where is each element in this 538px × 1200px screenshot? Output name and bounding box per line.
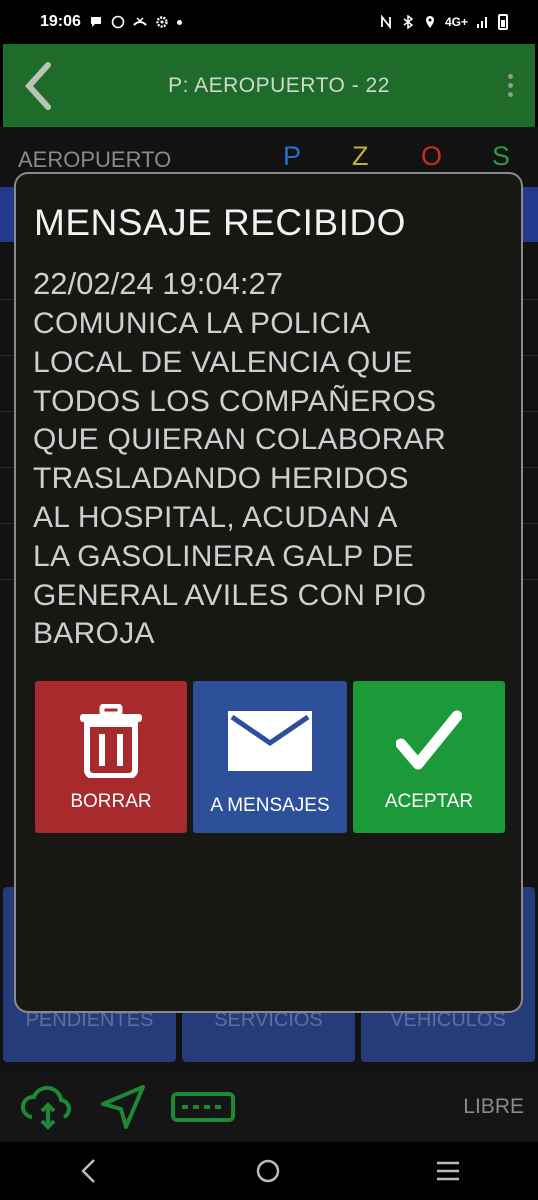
trash-icon: [80, 704, 142, 778]
battery-icon: [498, 14, 508, 30]
system-nav-bar: [0, 1142, 538, 1200]
message-line: LA GASOLINERA GALP DE: [33, 539, 414, 573]
overflow-menu-button[interactable]: [485, 74, 535, 97]
to-messages-button-label: A MENSAJES: [210, 795, 330, 816]
nav-home-icon[interactable]: [255, 1158, 281, 1184]
network-type: 4G+: [444, 15, 468, 29]
accept-button-label: ACEPTAR: [384, 791, 474, 812]
message-body: COMUNICA LA POLICIA LOCAL DE VALENCIA QU…: [33, 305, 503, 654]
taximeter-icon[interactable]: [170, 1090, 236, 1124]
pzos-z: Z: [352, 141, 369, 171]
nav-recents-icon[interactable]: [435, 1160, 461, 1182]
stop-label: AEROPUERTO: [18, 147, 172, 172]
message-line: AL HOSPITAL, ACUDAN A: [33, 500, 398, 534]
message-line: QUE QUIERAN COLABORAR: [33, 423, 447, 457]
accept-button[interactable]: ACEPTAR: [353, 681, 505, 833]
clock: 19:06: [40, 13, 81, 30]
nfc-icon: [381, 15, 391, 29]
message-line: TODOS LOS COMPAÑEROS: [33, 384, 437, 418]
back-arrow-icon: [24, 61, 51, 110]
status-bar-right: 4G+: [379, 14, 508, 30]
message-timestamp: 22/02/24 19:04:27: [33, 266, 283, 301]
whatsapp-icon: [111, 15, 125, 29]
pzos-s: S: [492, 141, 511, 171]
signal-icon: [477, 17, 487, 28]
driver-status: LIBRE: [463, 1095, 524, 1118]
cloud-sync-icon[interactable]: [20, 1083, 76, 1131]
delete-button-label: BORRAR: [70, 791, 152, 812]
location-icon: [425, 16, 434, 28]
message-line: LOCAL DE VALENCIA QUE: [33, 345, 413, 379]
page-title: P: AEROPUERTO - 22: [168, 73, 390, 97]
chat-bubble-icon: [90, 17, 101, 27]
bottom-toolbar: LIBRE: [0, 1072, 538, 1142]
settings-icon: [156, 16, 168, 28]
message-line: GENERAL AVILES CON PIO: [33, 578, 427, 612]
pzos-o: O: [421, 141, 443, 171]
to-messages-button[interactable]: A MENSAJES: [193, 681, 347, 833]
nav-back-icon[interactable]: [77, 1158, 101, 1184]
back-button[interactable]: [3, 44, 73, 127]
message-line: BAROJA: [33, 617, 155, 651]
message-line: TRASLADANDO HERIDOS: [33, 462, 409, 496]
missed-call-icon: [133, 17, 147, 26]
status-bar-left: 19:06: [40, 13, 182, 31]
status-bar: 19:06 4G+: [0, 0, 538, 44]
app-bar: P: AEROPUERTO - 22: [3, 44, 535, 127]
message-line: COMUNICA LA POLICIA: [33, 307, 371, 340]
delete-button[interactable]: BORRAR: [35, 681, 187, 833]
navigation-arrow-icon[interactable]: [98, 1082, 148, 1132]
checkmark-icon: [396, 710, 462, 770]
message-dialog: MENSAJE RECIBIDO 22/02/24 19:04:27 COMUN…: [14, 172, 523, 1013]
dialog-title: MENSAJE RECIBIDO: [34, 202, 406, 243]
pzos-p: P: [283, 141, 302, 171]
more-notifications-dot: [176, 19, 182, 25]
bluetooth-icon: [403, 15, 414, 29]
envelope-icon: [228, 711, 312, 771]
